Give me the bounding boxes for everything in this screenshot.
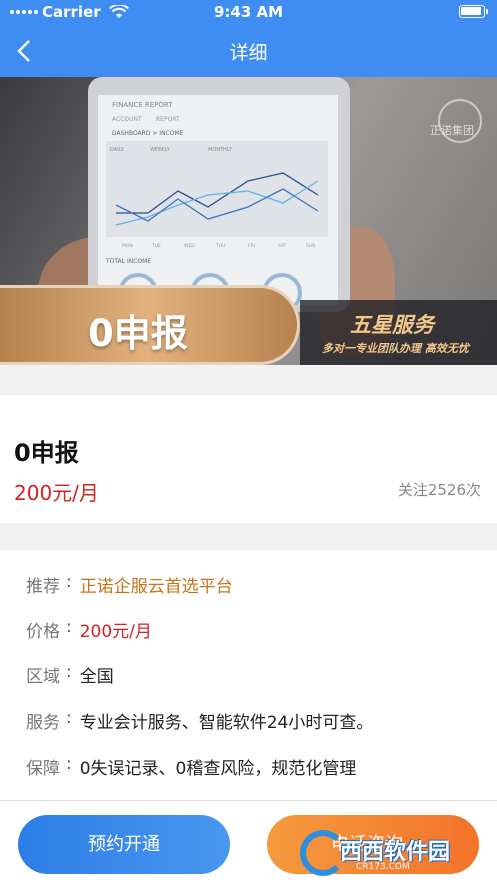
page-title: 详细 — [229, 42, 268, 64]
product-banner: FINANCE REPORT ACCOUNT REPORT DASHBOARD … — [0, 77, 497, 365]
detail-label: 价格 — [26, 622, 60, 642]
tablet-day: SAT — [278, 243, 287, 249]
tablet-tab: REPORT — [156, 116, 180, 123]
detail-row-recommend: 推荐: 正诺企服云首选平台 — [26, 572, 233, 597]
detail-value: 专业会计服务、智能软件24小时可查。 — [79, 713, 374, 733]
detail-label: 服务 — [26, 713, 60, 733]
detail-value: 全国 — [79, 667, 114, 687]
tablet-day: WED — [184, 243, 195, 249]
product-details: 推荐: 正诺企服云首选平台 价格: 200元/月 区域: 全国 服务: 专业会计… — [0, 550, 497, 810]
detail-value: 200元/月 — [79, 622, 152, 642]
tablet-period: MONTHLY — [208, 147, 233, 153]
tablet-period: WEEKLY — [150, 147, 171, 153]
battery-icon — [459, 5, 488, 18]
detail-label: 区域 — [26, 667, 60, 687]
tablet-breadcrumb: DASHBOARD > INCOME — [112, 130, 184, 137]
product-price: 200元/月 — [14, 481, 99, 505]
detail-value: 0失误记录、0稽查风险，规范化管理 — [79, 759, 357, 779]
brand-watermark: 正诺集团 — [430, 124, 474, 137]
tablet-day: MON — [122, 243, 133, 249]
detail-row-guarantee: 保障: 0失误记录、0稽查风险，规范化管理 — [26, 754, 357, 779]
tablet-day: TUE — [151, 243, 161, 249]
tablet-day: THU — [215, 243, 225, 249]
follow-count: 关注2526次 — [397, 481, 481, 499]
badge-title: 五星服务 — [350, 313, 434, 337]
tablet-day: FRI — [248, 243, 255, 249]
detail-row-price: 价格: 200元/月 — [26, 617, 152, 642]
nav-bar: 详细 — [0, 26, 497, 76]
detail-label: 推荐 — [26, 577, 60, 597]
tablet-tab: ACCOUNT — [112, 116, 142, 123]
banner-main-text: 0申报 — [88, 312, 188, 355]
finance-chart-illustration: FINANCE REPORT ACCOUNT REPORT DASHBOARD … — [105, 101, 328, 305]
tablet-total: TOTAL INCOME — [105, 258, 151, 265]
site-logo-sub: CR173.COM — [356, 862, 410, 872]
header: Carrier 9:43 AM 详细 — [0, 0, 497, 77]
product-name: 0申报 — [14, 439, 79, 467]
book-button[interactable]: 预约开通 — [18, 815, 230, 874]
status-bar: Carrier 9:43 AM — [0, 0, 497, 24]
detail-row-service: 服务: 专业会计服务、智能软件24小时可查。 — [26, 708, 374, 733]
detail-row-region: 区域: 全国 — [26, 662, 114, 687]
detail-value: 正诺企服云首选平台 — [79, 577, 233, 597]
status-time: 9:43 AM — [213, 3, 284, 21]
tablet-title: FINANCE REPORT — [112, 101, 173, 109]
site-logo: 西西软件园 CR173.COM — [300, 830, 480, 876]
tablet-day: SUN — [306, 243, 316, 249]
detail-label: 保障 — [26, 759, 60, 779]
product-summary: 0申报 200元/月 关注2526次 — [0, 395, 497, 523]
tablet-period: DAILY — [110, 147, 125, 153]
badge-subtitle: 多对一专业团队办理 高效无忧 — [322, 342, 469, 355]
